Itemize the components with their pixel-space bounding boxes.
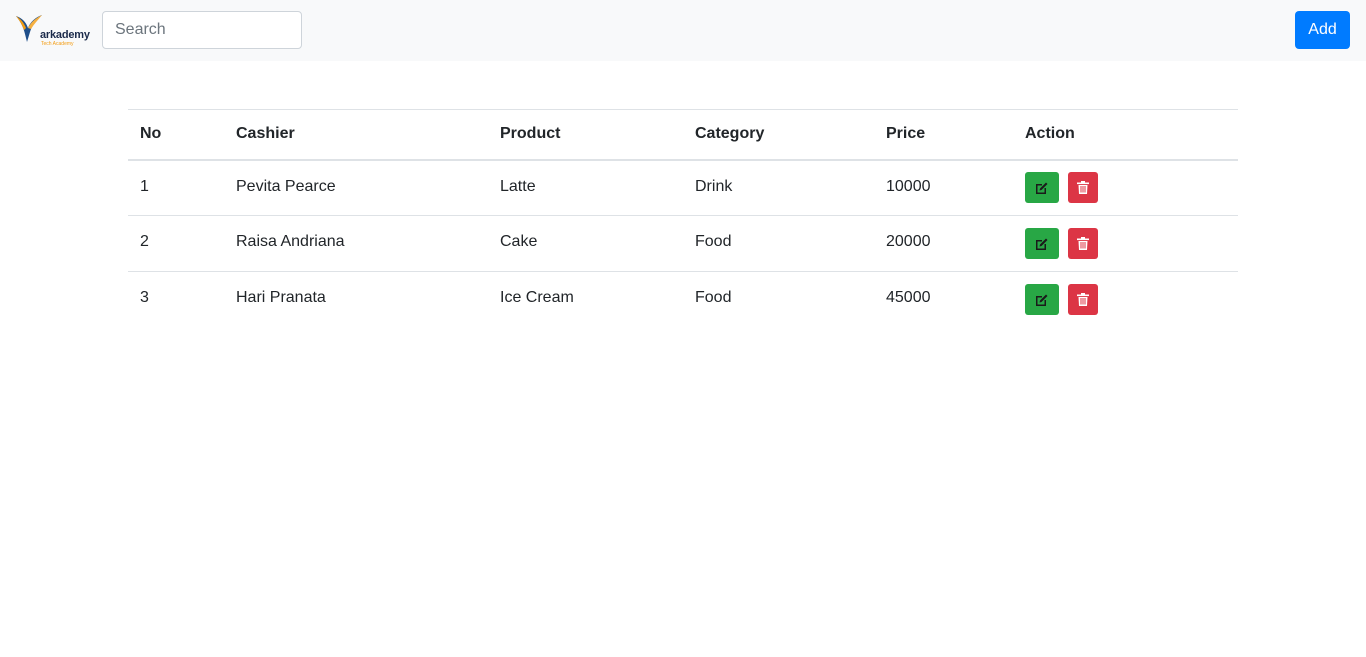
- brand-name: arkademy: [40, 29, 90, 41]
- cell-product: Latte: [488, 159, 683, 216]
- delete-button[interactable]: [1068, 172, 1098, 204]
- cell-product: Cake: [488, 215, 683, 272]
- cell-no: 1: [128, 159, 224, 216]
- trash-icon: [1077, 181, 1089, 195]
- cell-category: Food: [683, 215, 874, 272]
- table-row: 1 Pevita Pearce Latte Drink 10000: [128, 159, 1238, 216]
- trash-icon: [1077, 293, 1089, 307]
- search-input[interactable]: [102, 11, 302, 49]
- table-row: 2 Raisa Andriana Cake Food 20000: [128, 215, 1238, 272]
- header-action: Action: [1013, 109, 1238, 161]
- cell-cashier: Hari Pranata: [224, 271, 488, 328]
- transactions-table: No Cashier Product Category Price Action…: [128, 109, 1238, 328]
- header-price: Price: [874, 109, 1013, 161]
- trash-icon: [1077, 237, 1089, 250]
- cell-category: Drink: [683, 159, 874, 216]
- edit-icon: [1036, 238, 1048, 250]
- edit-button[interactable]: [1025, 172, 1059, 204]
- cell-action: [1013, 215, 1238, 272]
- table-header-row: No Cashier Product Category Price Action: [128, 109, 1238, 161]
- cell-no: 2: [128, 215, 224, 272]
- brand-logo[interactable]: arkademy Tech Academy: [14, 12, 90, 50]
- edit-icon: [1036, 294, 1048, 306]
- delete-button[interactable]: [1068, 284, 1098, 316]
- header-no: No: [128, 109, 224, 161]
- cell-price: 45000: [874, 271, 1013, 328]
- table-row: 3 Hari Pranata Ice Cream Food 45000: [128, 271, 1238, 328]
- header-product: Product: [488, 109, 683, 161]
- edit-button[interactable]: [1025, 284, 1059, 316]
- cell-action: [1013, 159, 1238, 216]
- header-category: Category: [683, 109, 874, 161]
- navbar: arkademy Tech Academy Add: [0, 0, 1366, 61]
- cell-no: 3: [128, 271, 224, 328]
- delete-button[interactable]: [1068, 228, 1098, 259]
- cell-action: [1013, 271, 1238, 328]
- edit-button[interactable]: [1025, 228, 1059, 259]
- cell-product: Ice Cream: [488, 271, 683, 328]
- cell-price: 20000: [874, 215, 1013, 272]
- add-button[interactable]: Add: [1295, 11, 1350, 49]
- cell-price: 10000: [874, 159, 1013, 216]
- cell-category: Food: [683, 271, 874, 328]
- edit-icon: [1036, 182, 1048, 194]
- cell-cashier: Raisa Andriana: [224, 215, 488, 272]
- cell-cashier: Pevita Pearce: [224, 159, 488, 216]
- header-cashier: Cashier: [224, 109, 488, 161]
- brand-tagline: Tech Academy: [41, 41, 74, 47]
